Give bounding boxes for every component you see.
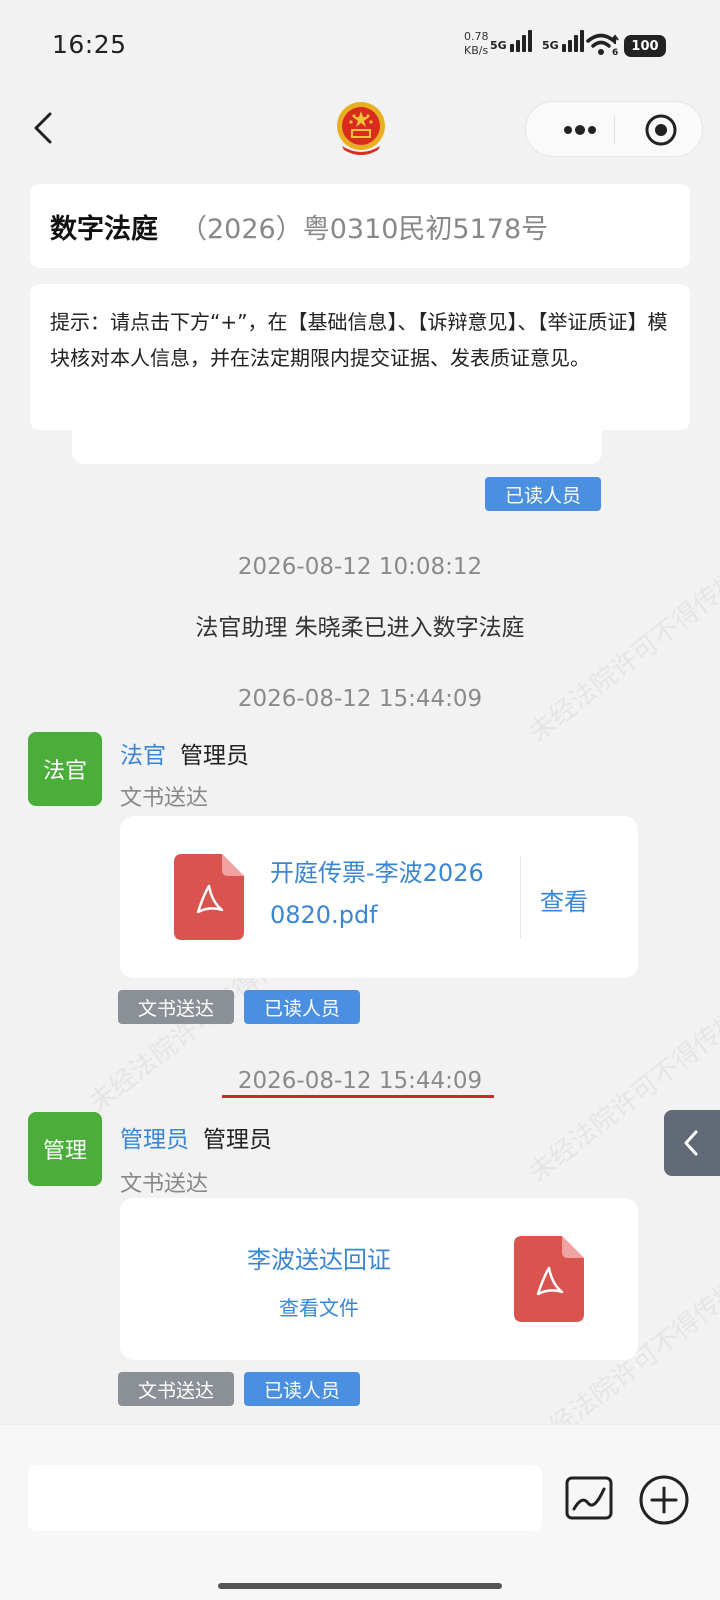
national-emblem-icon	[334, 100, 388, 156]
more-button[interactable]	[552, 120, 606, 140]
system-message: 法官助理 朱晓柔已进入数字法庭	[195, 615, 525, 641]
message-type: 文书送达	[120, 786, 209, 811]
message-input[interactable]	[28, 1465, 542, 1531]
message-sender: 法官 管理员	[120, 736, 249, 770]
message-timestamp: 2026-08-12 15:44:09	[237, 686, 483, 712]
read-members-tag[interactable]: 已读人员	[244, 1372, 360, 1406]
pdf-icon	[174, 854, 244, 940]
battery-level: 100	[631, 38, 659, 54]
court-title-card: 数字法庭 （2026）粤0310民初5178号	[30, 184, 690, 268]
status-time: 16:25	[52, 30, 127, 59]
message-type: 文书送达	[120, 1172, 209, 1197]
chevron-left-icon	[34, 112, 52, 144]
home-indicator[interactable]	[218, 1583, 502, 1589]
avatar: 管理	[28, 1112, 102, 1186]
plus-circle-icon	[639, 1475, 689, 1525]
wifi-icon: 6	[586, 32, 620, 58]
read-members-tag[interactable]: 已读人员	[485, 477, 601, 511]
status-bar: 16:25 0.78 KB/s 5G 5G 6 100	[0, 0, 720, 90]
side-panel-toggle[interactable]	[664, 1110, 720, 1176]
battery-icon: 100	[624, 35, 666, 57]
pdf-icon	[514, 1236, 584, 1322]
read-members-tag[interactable]: 已读人员	[244, 990, 360, 1024]
sender-role: 管理员	[120, 1127, 189, 1153]
file-name[interactable]: 开庭传票-李波2026 0820.pdf	[270, 852, 484, 936]
sim2-label: 5G	[542, 39, 559, 52]
wifi-sub-label: 6	[612, 48, 619, 58]
case-number: （2026）粤0310民初5178号	[180, 213, 549, 245]
file-title: 李波送达回证	[247, 1246, 391, 1274]
chevron-left-icon	[684, 1130, 698, 1156]
input-bar	[0, 1424, 720, 1600]
target-icon	[645, 114, 677, 146]
tip-text: 提示：请点击下方“+”，在【基础信息】、【诉辩意见】、【举证质证】模块核对本人信…	[50, 310, 668, 370]
message-timestamp: 2026-08-12 10:08:12	[237, 554, 483, 580]
message-sender: 管理员 管理员	[120, 1120, 272, 1154]
file-message-card[interactable]: 李波送达回证 查看文件	[120, 1198, 638, 1360]
sender-name: 管理员	[203, 1127, 272, 1153]
network-speed: 0.78 KB/s	[464, 30, 489, 58]
more-dots-icon	[564, 125, 596, 135]
network-speed-unit: KB/s	[464, 44, 489, 57]
page-title: 数字法庭	[50, 213, 158, 245]
view-file-button[interactable]: 查看	[540, 882, 588, 917]
capsule-divider	[614, 116, 615, 144]
add-button[interactable]	[638, 1474, 690, 1526]
document-delivery-tag: 文书送达	[118, 1372, 234, 1406]
file-name-line2: 0820.pdf	[270, 901, 378, 929]
close-miniprogram-button[interactable]	[644, 113, 678, 147]
signal-sim1-icon: 5G	[490, 30, 532, 52]
sim1-label: 5G	[490, 39, 507, 52]
sender-name: 管理员	[180, 743, 249, 769]
miniprogram-capsule	[525, 101, 703, 157]
card-divider	[520, 856, 521, 938]
document-delivery-tag: 文书送达	[118, 990, 234, 1024]
signal-sim2-icon: 5G	[542, 30, 584, 52]
view-file-link[interactable]: 查看文件	[120, 1292, 518, 1321]
avatar: 法官	[28, 732, 102, 806]
file-name-line1: 开庭传票-李波2026	[270, 859, 484, 887]
evidence-chart-button[interactable]	[564, 1475, 614, 1523]
sender-role: 法官	[120, 743, 166, 769]
watermark-text: 未经法院许可不得传播	[523, 564, 720, 749]
network-speed-value: 0.78	[464, 30, 489, 43]
chart-icon	[565, 1476, 613, 1520]
file-message-card[interactable]: 开庭传票-李波2026 0820.pdf 查看	[120, 816, 638, 978]
message-timestamp: 2026-08-12 15:44:09	[237, 1068, 483, 1094]
highlight-underline	[222, 1095, 494, 1098]
back-button[interactable]	[28, 108, 58, 148]
tip-card: 提示：请点击下方“+”，在【基础信息】、【诉辩意见】、【举证质证】模块核对本人信…	[30, 284, 690, 430]
